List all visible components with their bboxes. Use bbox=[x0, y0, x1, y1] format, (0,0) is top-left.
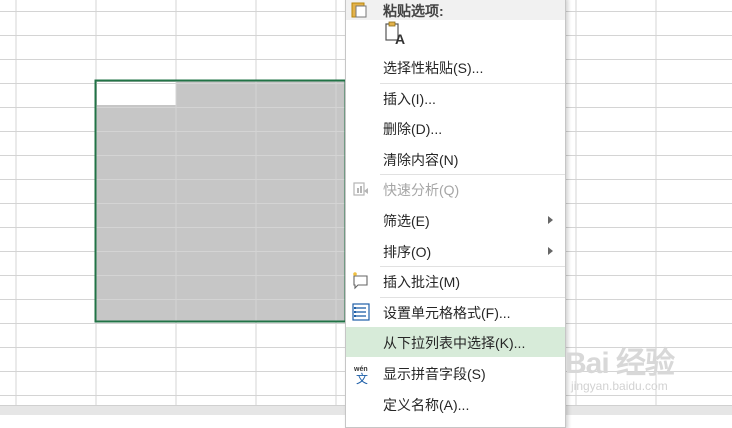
comment-icon bbox=[351, 271, 371, 291]
submenu-arrow-icon bbox=[548, 247, 553, 255]
menu-item-label: 删除(D)... bbox=[383, 121, 443, 137]
svg-text:文: 文 bbox=[356, 371, 368, 385]
submenu-arrow-icon bbox=[548, 216, 553, 224]
selected-range[interactable] bbox=[96, 81, 345, 321]
menu-item-label: 设置单元格格式(F)... bbox=[383, 305, 511, 321]
menu-item-paste-special[interactable]: 选择性粘贴(S)... bbox=[346, 52, 565, 82]
phonetic-icon: wén 文 bbox=[351, 363, 371, 386]
menu-item-delete[interactable]: 删除(D)... bbox=[346, 113, 565, 143]
menu-item-label: 插入(I)... bbox=[383, 91, 436, 107]
menu-item-format-cells[interactable]: 设置单元格格式(F)... bbox=[346, 297, 565, 327]
paste-options-header: 粘贴选项: bbox=[346, 0, 565, 20]
menu-item-label: 排序(O) bbox=[383, 244, 432, 260]
menu-item-label: 快速分析(Q) bbox=[383, 182, 460, 198]
format-cells-icon bbox=[351, 302, 371, 322]
menu-item-show-phonetic[interactable]: wén 文显示拼音字段(S) bbox=[346, 358, 565, 388]
menu-item-label: 插入批注(M) bbox=[383, 274, 460, 290]
watermark-url: jingyan.baidu.com bbox=[571, 379, 668, 393]
menu-item-insert-comment[interactable]: 插入批注(M) bbox=[346, 266, 565, 296]
menu-item-clear-contents[interactable]: 清除内容(N) bbox=[346, 144, 565, 174]
menu-item-label: 清除内容(N) bbox=[383, 152, 459, 168]
paste-text-only-button[interactable]: A bbox=[384, 20, 408, 50]
menu-item-label: 显示拼音字段(S) bbox=[383, 366, 486, 382]
watermark-text: Bai 经验 bbox=[565, 347, 675, 380]
menu-item-label: 选择性粘贴(S)... bbox=[383, 60, 484, 76]
menu-item-insert[interactable]: 插入(I)... bbox=[346, 83, 565, 113]
watermark: Bai 经验 jingyan.baidu.com bbox=[565, 330, 725, 400]
active-cell[interactable] bbox=[97, 82, 176, 105]
paste-text-only-icon: A bbox=[384, 21, 408, 51]
menu-item-label: 定义名称(A)... bbox=[383, 397, 470, 413]
paste-icon bbox=[351, 0, 367, 18]
menu-item-sort[interactable]: 排序(O) bbox=[346, 236, 565, 266]
menu-item-define-name[interactable]: 定义名称(A)... bbox=[346, 389, 565, 419]
quick-analysis-icon bbox=[351, 179, 371, 199]
context-menu: 粘贴选项: A 选择性粘贴(S)... 插入(I)... 删除(D)... 清除内容(… bbox=[345, 0, 566, 428]
menu-item-pick-from-dropdown[interactable]: 从下拉列表中选择(K)... bbox=[346, 327, 565, 357]
svg-text:A: A bbox=[395, 31, 405, 47]
paste-options-label: 粘贴选项: bbox=[383, 3, 444, 19]
menu-item-label: 从下拉列表中选择(K)... bbox=[383, 335, 526, 351]
menu-item-quick-analysis: 快速分析(Q) bbox=[346, 174, 565, 204]
menu-item-label: 筛选(E) bbox=[383, 213, 430, 229]
menu-item-filter[interactable]: 筛选(E) bbox=[346, 205, 565, 235]
